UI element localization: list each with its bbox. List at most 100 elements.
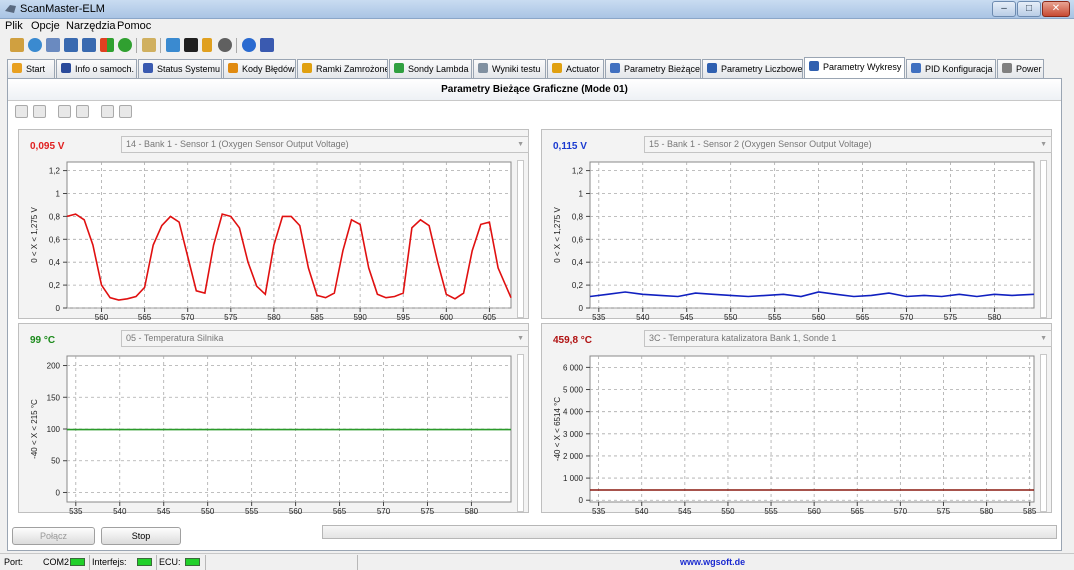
chart-panel-engine-temp: 99 °C 05 - Temperatura Silnika ▼ 0 50 100 15… — [18, 323, 529, 514]
x-tick-label: 535 — [69, 507, 83, 514]
minimize-button[interactable]: – — [992, 1, 1016, 17]
x-tick-label: 565 — [851, 507, 865, 514]
tab-parametry-wykresy[interactable]: Parametry Wykresy — [804, 57, 905, 78]
open-icon[interactable] — [58, 105, 71, 118]
x-tick-label: 570 — [181, 313, 195, 320]
config-icon — [911, 63, 921, 73]
y-tick-label: 1 000 — [563, 474, 584, 483]
tab-pid-konfiguracja[interactable]: PID Konfiguracja — [906, 59, 996, 78]
tab-bar: Start Info o samoch. Status Systemu Kody… — [0, 57, 1074, 78]
scale-slider[interactable] — [517, 160, 524, 318]
windows-icon[interactable] — [100, 38, 114, 52]
tab-parametry-biezace[interactable]: Parametry Bieżące — [605, 59, 701, 78]
y-tick-label: 0 — [56, 488, 61, 497]
terminal-icon[interactable] — [184, 38, 198, 52]
chart-engine-temp: 0 50 100 150 200 535 540 545 550 555 560 565 570 575 5… — [30, 355, 512, 514]
y-tick-label: 0 — [56, 304, 61, 313]
y-tick-label: 0,8 — [572, 212, 584, 221]
x-tick-label: 575 — [937, 507, 951, 514]
status-icon — [143, 63, 153, 73]
plot-area — [589, 355, 1035, 503]
lambda-icon — [394, 63, 404, 73]
menu-narzedzia[interactable]: Narzędzia — [66, 20, 116, 32]
x-tick-label: 600 — [440, 313, 454, 320]
scale-slider[interactable] — [1040, 354, 1047, 512]
title-bar: ScanMaster-ELM – □ ✕ — [0, 0, 1074, 19]
battery-icon[interactable] — [202, 38, 212, 52]
tab-power[interactable]: Power — [997, 59, 1044, 78]
y-tick-label: 150 — [47, 393, 61, 402]
clipboard-icon[interactable] — [142, 38, 156, 52]
dollar-icon[interactable] — [118, 38, 132, 52]
scale-slider[interactable] — [517, 354, 524, 512]
y-tick-label: 100 — [47, 425, 61, 434]
save-icon[interactable] — [76, 105, 89, 118]
info-icon — [61, 63, 71, 73]
y-tick-label: 4 000 — [563, 408, 584, 417]
x-tick-label: 555 — [764, 507, 778, 514]
y-tick-label: 0,6 — [49, 235, 61, 244]
port-value: COM2 — [43, 557, 70, 567]
x-tick-label: 545 — [678, 507, 692, 514]
y-tick-label: 2 000 — [563, 452, 584, 461]
interface-label: Interfejs: — [92, 557, 127, 567]
menu-pomoc[interactable]: Pomoc — [117, 20, 151, 32]
y-tick-label: 1 — [579, 189, 584, 198]
menu-opcje[interactable]: Opcje — [31, 20, 60, 32]
y-tick-label: 1,2 — [572, 167, 584, 176]
monitor-icon[interactable] — [166, 38, 180, 52]
x-tick-label: 575 — [224, 313, 238, 320]
x-tick-label: 560 — [289, 507, 303, 514]
disc-icon[interactable] — [218, 38, 232, 52]
print-icon[interactable] — [101, 105, 114, 118]
x-tick-label: 540 — [636, 313, 650, 320]
toolbar — [0, 35, 1074, 57]
y-tick-label: 0,4 — [572, 258, 584, 267]
x-tick-label: 555 — [245, 507, 259, 514]
x-tick-label: 595 — [397, 313, 411, 320]
x-tick-label: 540 — [113, 507, 127, 514]
tab-ramki[interactable]: Ramki Zamrożone — [297, 59, 388, 78]
tab-kody[interactable]: Kody Błędów — [223, 59, 296, 78]
chart-catalyst-temp: 0 1 000 2 000 3 000 4 000 5 000 6 000 535 540 545… — [553, 355, 1037, 514]
x-tick-label: 580 — [980, 507, 994, 514]
info-icon[interactable] — [242, 38, 256, 52]
x-tick-label: 535 — [592, 507, 606, 514]
graphs-panel: Parametry Bieżące Graficzne (Mode 01) 0,… — [7, 78, 1062, 551]
actuator-icon — [552, 63, 562, 73]
maximize-button[interactable]: □ — [1017, 1, 1041, 17]
x-tick-label: 590 — [353, 313, 367, 320]
menu-bar: Plik Opcje Narzędzia Pomoc — [0, 19, 1074, 35]
book-icon[interactable] — [260, 38, 274, 52]
grid-icon[interactable] — [64, 38, 78, 52]
scale-slider[interactable] — [1040, 160, 1047, 318]
tab-start[interactable]: Start — [7, 59, 55, 78]
tab-sondy[interactable]: Sondy Lambda — [389, 59, 472, 78]
print-preview-icon[interactable] — [119, 105, 132, 118]
tab-parametry-liczbowe[interactable]: Parametry Liczbowe — [702, 59, 803, 78]
document-icon[interactable] — [46, 38, 60, 52]
y-tick-label: 50 — [51, 457, 60, 466]
tab-status[interactable]: Status Systemu — [138, 59, 222, 78]
y-axis-label: -40 < X < 6514 °C — [553, 397, 562, 461]
tab-actuator[interactable]: Actuator — [547, 59, 604, 78]
bottom-bar: Połącz Stop — [0, 522, 1074, 552]
connect-icon[interactable] — [10, 38, 24, 52]
website-link[interactable]: www.wgsoft.de — [680, 557, 745, 567]
stop-button[interactable]: Stop — [101, 527, 181, 545]
y-tick-label: 6 000 — [563, 363, 584, 372]
tab-info[interactable]: Info o samoch. — [56, 59, 137, 78]
remove-graph-icon[interactable] — [33, 105, 46, 118]
tab-wyniki[interactable]: Wyniki testu — [473, 59, 546, 78]
y-axis-label: 0 < X < 1,275 V — [30, 207, 39, 263]
globe-icon[interactable] — [28, 38, 42, 52]
chart-o2-sensor2: 0 0,2 0,4 0,6 0,8 1 1,2 535 540 545 550 555 560 565 57… — [553, 161, 1035, 320]
warning-icon — [228, 63, 238, 73]
chart-panel-o2-s2: 0,115 V 15 - Bank 1 - Sensor 2 (Oxygen S… — [541, 129, 1052, 320]
connect-button[interactable]: Połącz — [12, 527, 95, 545]
close-button[interactable]: ✕ — [1042, 1, 1070, 17]
x-tick-label: 575 — [421, 507, 435, 514]
menu-plik[interactable]: Plik — [5, 20, 23, 32]
chart-icon[interactable] — [82, 38, 96, 52]
add-graph-icon[interactable] — [15, 105, 28, 118]
